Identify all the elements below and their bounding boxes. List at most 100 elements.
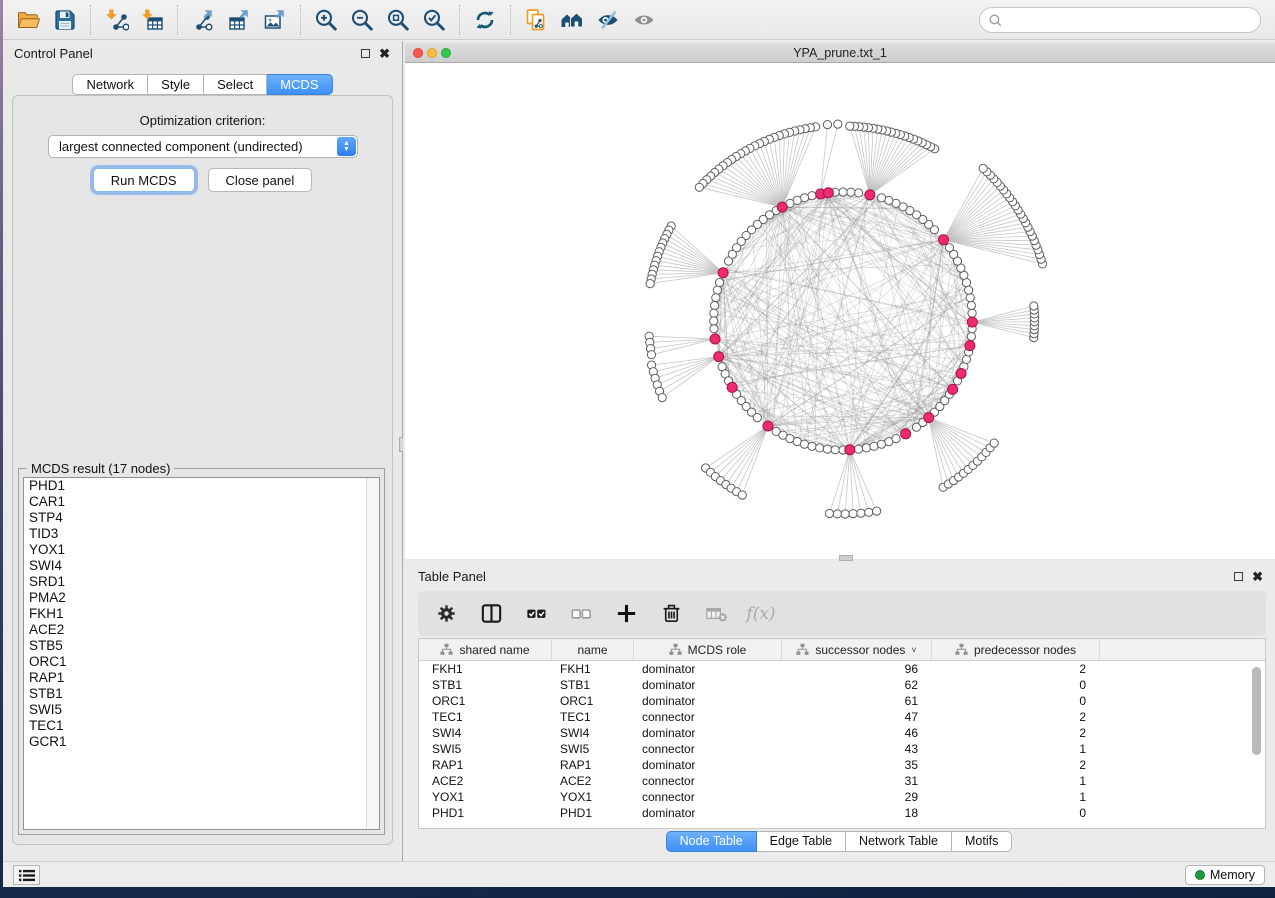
float-panel-icon[interactable]: [361, 49, 370, 58]
tab-node-table[interactable]: Node Table: [666, 831, 757, 852]
table-row[interactable]: PHD1PHD1dominator180: [419, 805, 1265, 821]
table-row[interactable]: SWI5SWI5connector431: [419, 741, 1265, 757]
settings-icon[interactable]: [432, 600, 460, 628]
cell-MCDS-role: dominator: [634, 726, 782, 740]
column-header-name[interactable]: name: [552, 639, 634, 660]
cell-name: YOX1: [552, 790, 634, 804]
horizontal-splitter-handle[interactable]: [839, 555, 853, 561]
column-header-predecessor-nodes[interactable]: predecessor nodes: [932, 639, 1100, 660]
import-network-icon[interactable]: [98, 4, 134, 36]
cell-MCDS-role: dominator: [634, 758, 782, 772]
mcds-result-node[interactable]: SWI4: [24, 558, 379, 574]
mcds-result-node[interactable]: GCR1: [24, 734, 379, 750]
control-panel-header: Control Panel ✖: [3, 41, 402, 67]
control-panel-title: Control Panel: [14, 46, 93, 61]
column-header-successor-nodes[interactable]: successor nodes˅: [782, 639, 932, 660]
zoom-fit-icon[interactable]: [380, 4, 416, 36]
mcds-result-node[interactable]: FKH1: [24, 606, 379, 622]
select-all-icon[interactable]: [522, 600, 550, 628]
copy-network-icon[interactable]: [518, 4, 554, 36]
export-table-icon[interactable]: [221, 4, 257, 36]
mcds-result-node[interactable]: SRD1: [24, 574, 379, 590]
tab-motifs[interactable]: Motifs: [952, 831, 1012, 852]
hide-selected-icon[interactable]: [590, 4, 626, 36]
optimization-dropdown[interactable]: largest connected component (undirected)…: [48, 135, 358, 158]
run-mcds-button[interactable]: Run MCDS: [93, 168, 195, 192]
cell-shared-name: ACE2: [419, 774, 552, 788]
table-scrollbar-thumb[interactable]: [1252, 667, 1261, 755]
table-row[interactable]: ACE2ACE2connector311: [419, 773, 1265, 789]
column-header-MCDS-role[interactable]: MCDS role: [634, 639, 782, 660]
mcds-result-node[interactable]: STP4: [24, 510, 379, 526]
first-neighbors-icon[interactable]: [554, 4, 590, 36]
mcds-result-node[interactable]: SWI5: [24, 702, 379, 718]
mcds-result-node[interactable]: TEC1: [24, 718, 379, 734]
network-window-titlebar[interactable]: YPA_prune.txt_1: [405, 43, 1275, 63]
mcds-result-node[interactable]: STB1: [24, 686, 379, 702]
mcds-result-node[interactable]: ORC1: [24, 654, 379, 670]
tab-style[interactable]: Style: [148, 74, 204, 95]
float-table-panel-icon[interactable]: [1234, 572, 1243, 581]
mcds-result-node[interactable]: YOX1: [24, 542, 379, 558]
result-scrollbar[interactable]: [366, 478, 379, 829]
memory-status-icon: [1195, 870, 1205, 880]
mcds-result-node[interactable]: TID3: [24, 526, 379, 542]
close-panel-button[interactable]: Close panel: [208, 168, 313, 192]
show-all-icon[interactable]: [626, 4, 662, 36]
main-area: Control Panel ✖ NetworkStyleSelectMCDS O…: [3, 41, 1275, 861]
export-network-icon[interactable]: [185, 4, 221, 36]
tab-edge-table[interactable]: Edge Table: [757, 831, 846, 852]
table-row[interactable]: ORC1ORC1dominator610: [419, 693, 1265, 709]
control-panel-tabs: NetworkStyleSelectMCDS: [3, 74, 402, 95]
deselect-all-icon[interactable]: [567, 600, 595, 628]
close-table-panel-icon[interactable]: ✖: [1252, 569, 1263, 585]
table-row[interactable]: RAP1RAP1dominator352: [419, 757, 1265, 773]
mcds-result-node[interactable]: CAR1: [24, 494, 379, 510]
table-body: FKH1FKH1dominator962STB1STB1dominator620…: [419, 661, 1265, 821]
mcds-result-node[interactable]: PMA2: [24, 590, 379, 606]
tab-network[interactable]: Network: [72, 74, 148, 95]
tab-select[interactable]: Select: [204, 74, 267, 95]
mcds-result-node[interactable]: RAP1: [24, 670, 379, 686]
close-panel-icon[interactable]: ✖: [379, 46, 390, 62]
table-toolbar: f(x): [418, 591, 1266, 636]
mcds-tab-content: Optimization criterion: largest connecte…: [12, 95, 393, 845]
table-row[interactable]: TEC1TEC1connector472: [419, 709, 1265, 725]
cell-name: ORC1: [552, 694, 634, 708]
mcds-result-node[interactable]: PHD1: [24, 478, 379, 494]
network-canvas[interactable]: [405, 63, 1275, 559]
zoom-in-icon[interactable]: [308, 4, 344, 36]
add-row-icon[interactable]: [612, 600, 640, 628]
zoom-selected-icon[interactable]: [416, 4, 452, 36]
cell-successor-nodes: 61: [782, 694, 932, 708]
table-tabs: Node TableEdge TableNetwork TableMotifs: [403, 831, 1275, 852]
export-image-icon[interactable]: [257, 4, 293, 36]
table-row[interactable]: FKH1FKH1dominator962: [419, 661, 1265, 677]
save-session-icon[interactable]: [47, 4, 83, 36]
toolbar-separator: [459, 5, 460, 35]
cell-successor-nodes: 96: [782, 662, 932, 676]
cell-shared-name: STB1: [419, 678, 552, 692]
cell-predecessor-nodes: 0: [932, 694, 1100, 708]
column-header-shared-name[interactable]: shared name: [419, 639, 552, 660]
memory-button[interactable]: Memory: [1185, 865, 1265, 885]
columns-icon[interactable]: [477, 600, 505, 628]
toolbar-separator: [90, 5, 91, 35]
open-file-icon[interactable]: [11, 4, 47, 36]
search-input[interactable]: [1004, 13, 1256, 28]
task-history-button[interactable]: [13, 865, 40, 885]
table-row[interactable]: STB1STB1dominator620: [419, 677, 1265, 693]
import-table-icon[interactable]: [134, 4, 170, 36]
mcds-result-node[interactable]: STB5: [24, 638, 379, 654]
table-row[interactable]: YOX1YOX1connector291: [419, 789, 1265, 805]
tab-mcds[interactable]: MCDS: [267, 74, 332, 95]
mcds-result-node[interactable]: ACE2: [24, 622, 379, 638]
search-box[interactable]: [979, 7, 1261, 33]
tab-network-table[interactable]: Network Table: [846, 831, 952, 852]
delete-row-icon[interactable]: [657, 600, 685, 628]
network-graph[interactable]: [405, 63, 1275, 559]
sort-chevron-icon[interactable]: ˅: [911, 645, 916, 655]
table-row[interactable]: SWI4SWI4dominator462: [419, 725, 1265, 741]
zoom-out-icon[interactable]: [344, 4, 380, 36]
refresh-icon[interactable]: [467, 4, 503, 36]
